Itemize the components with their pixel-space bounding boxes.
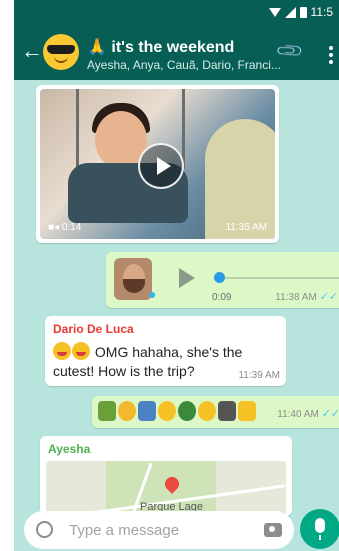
picture-icon [138,401,156,421]
sun-behind-cloud-icon [118,401,136,421]
camera-icon [218,401,236,421]
message-time: 11:40 AM ✓✓ [277,408,339,420]
message-composer[interactable]: Type a message [24,511,294,549]
play-audio-icon[interactable] [179,268,195,288]
chat-title[interactable]: 🙏 it's the weekend [87,37,234,57]
audio-duration: 0:09 [212,292,232,303]
sender-name[interactable]: Dario De Luca [53,322,278,336]
camera-icon[interactable] [264,523,282,537]
smiling-face-icon [198,401,216,421]
voice-record-button[interactable] [300,509,339,549]
emoji-laughing-icon [72,342,90,360]
emoji-message[interactable]: 11:40 AM ✓✓ [92,396,339,428]
chat-header: ← 🙏 it's the weekend Ayesha, Anya, Cauã,… [14,24,339,80]
status-bar: 11:5 [14,0,339,24]
message-time: 11:39 AM [238,370,280,381]
heart-eyes-icon [158,401,176,421]
sender-name[interactable]: Ayesha [48,442,284,456]
read-receipt-icon: ✓✓ [319,291,338,303]
tree-icon [178,401,196,421]
audio-seek-knob[interactable] [214,272,225,283]
message-text: OMG hahaha, she's the cutest! How is the… [53,342,243,379]
herb-icon [98,401,116,421]
mic-icon [315,518,325,533]
location-map[interactable]: Parque Lage [46,461,286,516]
wifi-icon [268,7,281,17]
participants-list[interactable]: Ayesha, Anya, Cauã, Dario, Franci... [87,58,287,72]
mic-icon: ● [148,286,157,302]
signal-icon [284,6,296,18]
status-time: 11:5 [310,5,333,19]
thumbs-up-icon [238,401,256,421]
incoming-message[interactable]: Dario De Luca OMG hahaha, she's the cute… [45,316,286,386]
emoji-strip [98,401,256,421]
location-message[interactable]: Ayesha Parque Lage [40,436,292,516]
emoji-picker-icon[interactable] [36,521,53,538]
chat-screen: 11:5 ← 🙏 it's the weekend Ayesha, Anya, … [14,0,339,551]
battery-icon [299,6,307,18]
video-duration: ■◂ 0:14 [48,222,82,233]
play-video-icon[interactable] [138,143,184,189]
emoji-winking-tongue-icon [53,342,71,360]
video-thumbnail[interactable]: ■◂ 0:14 11:35 AM [40,89,275,239]
message-time: 11:38 AM ✓✓ [275,291,338,303]
read-receipt-icon: ✓✓ [321,408,339,420]
voice-message[interactable]: ● 0:09 11:38 AM ✓✓ [106,252,339,308]
more-options-icon[interactable] [329,46,333,64]
audio-progress-track[interactable] [218,277,339,279]
back-arrow-icon[interactable]: ← [21,40,43,62]
sender-avatar [114,258,152,300]
message-input[interactable]: Type a message [69,522,179,539]
video-message[interactable]: ■◂ 0:14 11:35 AM [36,85,279,243]
message-time: 11:35 AM [225,222,267,233]
group-avatar[interactable] [43,34,79,70]
